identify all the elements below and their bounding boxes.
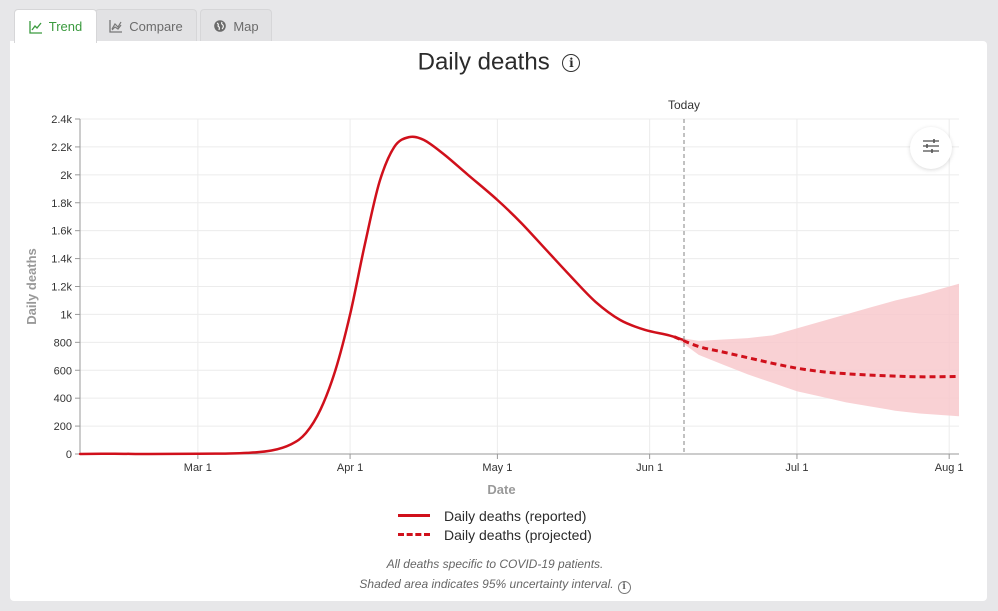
y-tick-label: 2k — [60, 170, 72, 182]
tab-label: Trend — [48, 19, 83, 34]
y-tick-label: 400 — [54, 393, 72, 405]
x-tick-label: Jun 1 — [636, 462, 663, 474]
footnote-line-2: Shaded area indicates 95% uncertainty in… — [0, 577, 990, 594]
y-tick-label: 1.4k — [51, 254, 72, 266]
y-tick-label: 1.2k — [51, 282, 72, 294]
x-tick-label: Apr 1 — [337, 462, 363, 474]
tab-trend[interactable]: Trend — [14, 9, 97, 43]
x-axis-title: Date — [487, 482, 515, 497]
footnote-text: All deaths specific to COVID-19 patients… — [386, 557, 604, 571]
legend-swatch-solid — [398, 514, 430, 517]
y-tick-label: 2.4k — [51, 114, 72, 126]
x-tick-label: May 1 — [482, 462, 512, 474]
legend-label: Daily deaths (reported) — [444, 507, 587, 524]
y-axis-title: Daily deaths — [24, 248, 39, 325]
y-tick-label: 1k — [60, 309, 72, 321]
y-tick-label: 1.6k — [51, 226, 72, 238]
legend-item-reported[interactable]: Daily deaths (reported) — [398, 506, 592, 525]
footnote-line-1: All deaths specific to COVID-19 patients… — [0, 557, 990, 571]
x-tick-label: Jul 1 — [785, 462, 808, 474]
y-tick-label: 200 — [54, 421, 72, 433]
footnote-text: Shaded area indicates 95% uncertainty in… — [359, 577, 614, 591]
legend-swatch-dashed — [398, 533, 430, 536]
chart-settings-button[interactable] — [910, 127, 952, 169]
legend-label: Daily deaths (projected) — [444, 526, 592, 543]
legend-item-projected[interactable]: Daily deaths (projected) — [398, 525, 592, 544]
y-tick-label: 1.8k — [51, 198, 72, 210]
sliders-icon — [922, 138, 940, 159]
y-tick-label: 2.2k — [51, 142, 72, 154]
x-tick-label: Mar 1 — [184, 462, 212, 474]
chart-legend: Daily deaths (reported) Daily deaths (pr… — [398, 506, 592, 544]
line-chart-icon — [29, 20, 43, 34]
today-label: Today — [668, 98, 700, 112]
y-tick-label: 0 — [66, 449, 72, 461]
series-line-reported — [78, 135, 686, 456]
y-tick-label: 800 — [54, 337, 72, 349]
y-tick-label: 600 — [54, 365, 72, 377]
x-tick-label: Aug 1 — [935, 462, 964, 474]
info-icon[interactable]: i — [617, 581, 631, 594]
